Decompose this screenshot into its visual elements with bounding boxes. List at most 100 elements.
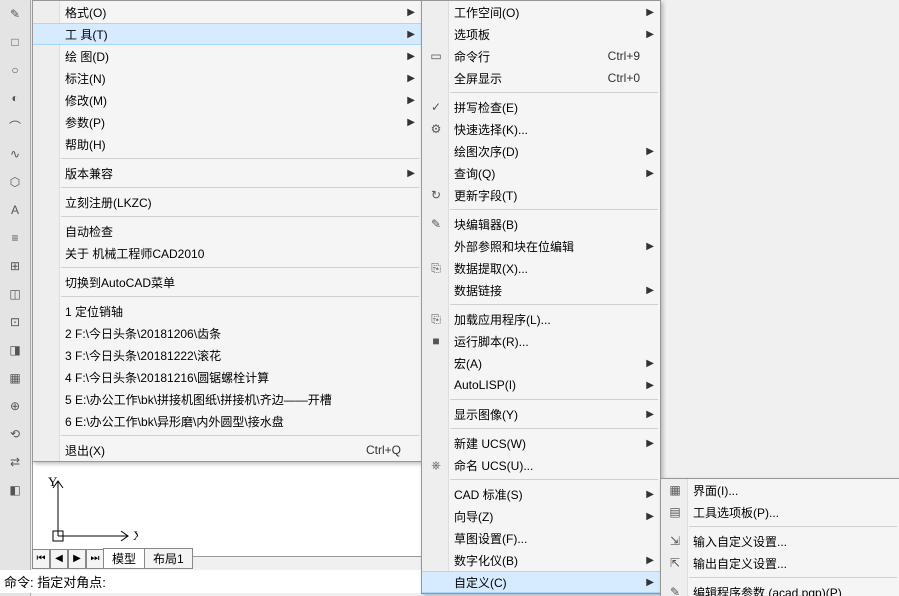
menu-item[interactable]: 切换到AutoCAD菜单: [33, 271, 421, 293]
tab-nav-last[interactable]: ⏭: [86, 549, 104, 569]
menu-item[interactable]: ⎘加载应用程序(L)...: [422, 308, 660, 330]
toolbar-button[interactable]: ⊕: [0, 392, 30, 420]
menu-item[interactable]: 数字化仪(B)▶: [422, 549, 660, 571]
menu-item-label: 快速选择(K)...: [454, 121, 640, 138]
menu-item[interactable]: 5 E:\办公工作\bk\拼接机图纸\拼接机\齐边——开槽: [33, 388, 421, 410]
menu-shortcut: Ctrl+Q: [366, 443, 401, 457]
menu-item[interactable]: 数据链接▶: [422, 279, 660, 301]
menu-item-label: 全屏显示: [454, 70, 568, 87]
menu-item[interactable]: ▦界面(I)...: [661, 479, 899, 501]
menu-item[interactable]: 外部参照和块在位编辑▶: [422, 235, 660, 257]
menu-item[interactable]: 关于 机械工程师CAD2010: [33, 242, 421, 264]
toolbar-button[interactable]: ✎: [0, 0, 30, 28]
menu-item[interactable]: 工 具(T)▶: [33, 23, 421, 45]
menu-item[interactable]: 参数(P)▶: [33, 111, 421, 133]
menu-item[interactable]: 全屏显示Ctrl+0: [422, 67, 660, 89]
toolbar-button[interactable]: ▦: [0, 364, 30, 392]
menu-item[interactable]: 自动检查: [33, 220, 421, 242]
menu-item[interactable]: 3 F:\今日头条\20181222\滚花: [33, 344, 421, 366]
toolbar-button[interactable]: ⟲: [0, 420, 30, 448]
toolbar-button[interactable]: ∿: [0, 140, 30, 168]
ucs-icon: Y X: [48, 476, 138, 551]
menu-item[interactable]: 绘图次序(D)▶: [422, 140, 660, 162]
toolbar-button[interactable]: □: [0, 28, 30, 56]
menu-item[interactable]: 绘 图(D)▶: [33, 45, 421, 67]
menu-item-label: 标注(N): [65, 70, 401, 87]
menu-item-label: 编辑程序参数 (acad.pgp)(P): [693, 584, 879, 596]
toolbar-button[interactable]: ⬡: [0, 168, 30, 196]
toolbar-button[interactable]: ≡: [0, 224, 30, 252]
menu-item[interactable]: ✎编辑程序参数 (acad.pgp)(P): [661, 581, 899, 596]
menu-item[interactable]: 标注(N)▶: [33, 67, 421, 89]
menu-item-label: 更新字段(T): [454, 187, 640, 204]
menu-item[interactable]: 版本兼容▶: [33, 162, 421, 184]
menu-item[interactable]: ✎块编辑器(B): [422, 213, 660, 235]
submenu-arrow-icon: ▶: [646, 29, 654, 40]
menu-item[interactable]: ⇱输出自定义设置...: [661, 552, 899, 574]
menu-item-label: 工作空间(O): [454, 4, 640, 21]
menu-item-label: 6 E:\办公工作\bk\异形磨\内外圆型\接水盘: [65, 413, 401, 430]
tab-layout1[interactable]: 布局1: [144, 548, 193, 569]
menu-icon: ↻: [426, 188, 446, 202]
menu-item[interactable]: 帮助(H): [33, 133, 421, 155]
menu-item[interactable]: CAD 标准(S)▶: [422, 483, 660, 505]
menu-item[interactable]: 宏(A)▶: [422, 352, 660, 374]
toolbar-button[interactable]: ◨: [0, 336, 30, 364]
menu-icon: ▦: [665, 483, 685, 497]
tab-model[interactable]: 模型: [103, 548, 145, 569]
toolbar-button[interactable]: ○: [0, 56, 30, 84]
submenu-arrow-icon: ▶: [646, 241, 654, 252]
toolbar-button[interactable]: ◧: [0, 476, 30, 504]
submenu-arrow-icon: ▶: [646, 285, 654, 296]
menu-item[interactable]: 退出(X)Ctrl+Q: [33, 439, 421, 461]
menu-item[interactable]: 4 F:\今日头条\20181216\圆锯螺栓计算: [33, 366, 421, 388]
menu-item[interactable]: ■运行脚本(R)...: [422, 330, 660, 352]
tab-nav-next[interactable]: ▶: [68, 549, 86, 569]
menu-item[interactable]: AutoLISP(I)▶: [422, 374, 660, 396]
submenu-arrow-icon: ▶: [646, 168, 654, 179]
menu-icon: ⎘: [426, 312, 446, 327]
menu-item[interactable]: 格式(O)▶: [33, 1, 421, 23]
menu-item-label: 输入自定义设置...: [693, 533, 879, 550]
menu-item[interactable]: ▤工具选项板(P)...: [661, 501, 899, 523]
menu-item[interactable]: 立刻注册(LKZC): [33, 191, 421, 213]
menu-item[interactable]: ⚙ 快速选择(K)...: [422, 118, 660, 140]
toolbar-button[interactable]: ⊡: [0, 308, 30, 336]
submenu-arrow-icon: ▶: [646, 409, 654, 420]
submenu-arrow-icon: ▶: [407, 95, 415, 106]
menu-item[interactable]: 2 F:\今日头条\20181206\齿条: [33, 322, 421, 344]
menu-icon: ✎: [426, 217, 446, 231]
toolbar-button[interactable]: A: [0, 196, 30, 224]
menu-item[interactable]: 显示图像(Y)▶: [422, 403, 660, 425]
toolbar-button[interactable]: ⌒: [0, 112, 30, 140]
menu-icon: ⇲: [665, 534, 685, 548]
menu-icon: ⚙: [426, 122, 446, 136]
menu-item[interactable]: 新建 UCS(W)▶: [422, 432, 660, 454]
menu-item[interactable]: 查询(Q)▶: [422, 162, 660, 184]
menu-item[interactable]: 修改(M)▶: [33, 89, 421, 111]
tools-submenu: 工作空间(O)▶选项板▶▭命令行Ctrl+9全屏显示Ctrl+0✓拼写检查(E)…: [421, 0, 661, 594]
menu-item[interactable]: ⎈命名 UCS(U)...: [422, 454, 660, 476]
tab-nav-prev[interactable]: ◀: [50, 549, 68, 569]
toolbar-button[interactable]: ◫: [0, 280, 30, 308]
menu-item[interactable]: 工作空间(O)▶: [422, 1, 660, 23]
toolbar-button[interactable]: ⇄: [0, 448, 30, 476]
menu-item[interactable]: 自定义(C)▶: [422, 571, 660, 593]
menu-item-label: 关于 机械工程师CAD2010: [65, 245, 401, 262]
customize-submenu: ▦界面(I)...▤工具选项板(P)... ⇲ 输入自定义设置... ⇱输出自定义设置…: [660, 478, 899, 596]
menu-item-label: 绘 图(D): [65, 48, 401, 65]
tab-nav-first[interactable]: ⏮: [32, 549, 50, 569]
menu-item[interactable]: ▭命令行Ctrl+9: [422, 45, 660, 67]
menu-item[interactable]: 1 定位销轴: [33, 300, 421, 322]
toolbar-button[interactable]: ⊞: [0, 252, 30, 280]
menu-item[interactable]: ⎘数据提取(X)...: [422, 257, 660, 279]
toolbar-button[interactable]: ◐: [0, 84, 30, 112]
menu-item[interactable]: ✓拼写检查(E): [422, 96, 660, 118]
menu-item[interactable]: 选项板▶: [422, 23, 660, 45]
menu-item[interactable]: 草图设置(F)...: [422, 527, 660, 549]
menu-item-label: 2 F:\今日头条\20181206\齿条: [65, 325, 401, 342]
menu-item[interactable]: ↻ 更新字段(T): [422, 184, 660, 206]
menu-item[interactable]: ⇲ 输入自定义设置...: [661, 530, 899, 552]
menu-item[interactable]: 向导(Z)▶: [422, 505, 660, 527]
menu-item[interactable]: 6 E:\办公工作\bk\异形磨\内外圆型\接水盘: [33, 410, 421, 432]
